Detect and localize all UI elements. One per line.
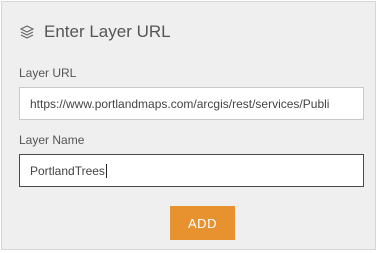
layer-url-label: Layer URL xyxy=(19,66,77,80)
text-cursor xyxy=(105,163,107,178)
enter-layer-url-panel: Enter Layer URL Layer URL https://www.po… xyxy=(1,1,376,250)
layer-name-label: Layer Name xyxy=(19,133,85,147)
panel-header: Enter Layer URL xyxy=(18,20,171,44)
add-button[interactable]: ADD xyxy=(170,206,235,240)
layer-name-input[interactable]: PortlandTrees xyxy=(19,154,364,187)
layer-name-value: PortlandTrees xyxy=(30,163,105,178)
layer-url-value: https://www.portlandmaps.com/arcgis/rest… xyxy=(30,96,330,111)
layer-url-input[interactable]: https://www.portlandmaps.com/arcgis/rest… xyxy=(19,87,364,120)
layers-icon xyxy=(18,23,36,41)
panel-title: Enter Layer URL xyxy=(44,22,171,41)
